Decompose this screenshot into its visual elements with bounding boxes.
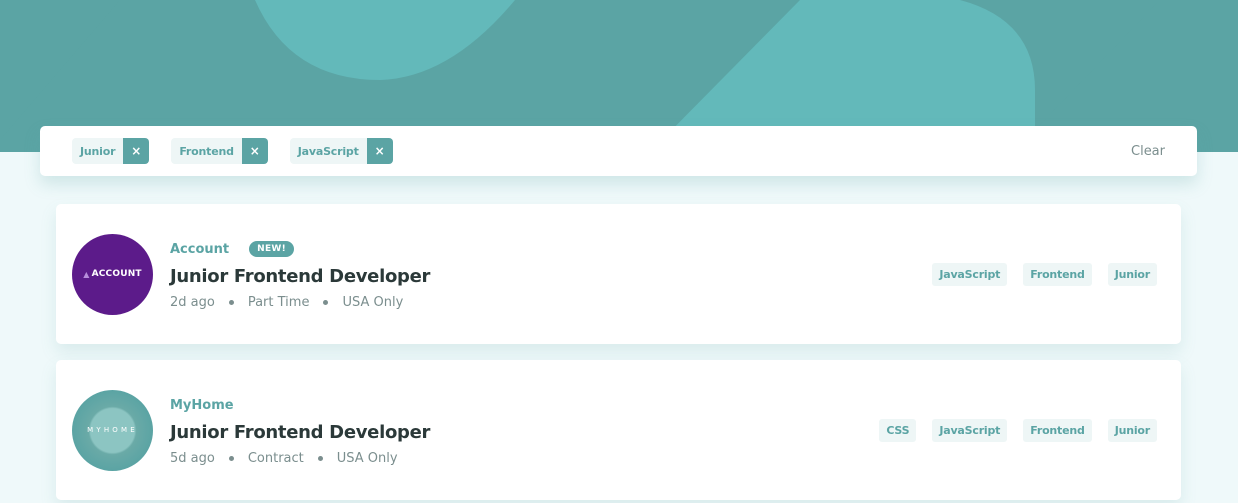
job-meta: 5d ago Contract USA Only — [170, 451, 879, 466]
job-title[interactable]: Junior Frontend Developer — [170, 266, 932, 287]
new-badge: NEW! — [249, 241, 295, 257]
separator-dot — [317, 456, 323, 461]
job-meta: 2d ago Part Time USA Only — [170, 295, 932, 310]
filter-chips: Junior × Frontend × JavaScript × — [72, 138, 1131, 164]
posted-at: 2d ago — [170, 295, 215, 310]
triangle-icon: ▲ — [83, 269, 90, 279]
filter-chip-javascript: JavaScript × — [289, 138, 393, 164]
separator-dot — [323, 300, 329, 305]
tag-frontend[interactable]: Frontend — [1023, 418, 1092, 442]
filter-chip-label: JavaScript — [289, 138, 367, 164]
job-title[interactable]: Junior Frontend Developer — [170, 422, 879, 443]
filter-bar: Junior × Frontend × JavaScript × Clear — [40, 126, 1197, 176]
tag-javascript[interactable]: JavaScript — [932, 262, 1008, 286]
remove-filter-button[interactable]: × — [366, 138, 393, 164]
job-tags: JavaScript Frontend Junior — [932, 262, 1157, 286]
company-logo: ▲ ACCOUNT — [72, 233, 153, 315]
company-logo: MYHOME — [72, 389, 153, 471]
job-card: MYHOME MyHome Junior Frontend Developer … — [56, 360, 1181, 500]
filter-chip-frontend: Frontend × — [171, 138, 268, 164]
company-name: Account — [170, 241, 230, 257]
clear-filters-button[interactable]: Clear — [1131, 144, 1165, 159]
remove-filter-button[interactable]: × — [241, 138, 268, 164]
tag-frontend[interactable]: Frontend — [1023, 262, 1092, 286]
separator-dot — [228, 456, 234, 461]
job-card: ▲ ACCOUNT Account NEW! Junior Frontend D… — [56, 204, 1181, 344]
contract-type: Contract — [247, 451, 304, 466]
tag-javascript[interactable]: JavaScript — [932, 418, 1008, 442]
job-info: Account NEW! Junior Frontend Developer 2… — [170, 238, 932, 310]
filter-chip-label: Junior — [72, 138, 124, 164]
company-row: Account NEW! — [170, 238, 932, 260]
separator-dot — [228, 300, 234, 305]
tag-css[interactable]: CSS — [879, 418, 917, 442]
filter-chip-junior: Junior × — [72, 138, 150, 164]
contract-type: Part Time — [247, 295, 310, 310]
job-info: MyHome Junior Frontend Developer 5d ago … — [170, 394, 879, 467]
location: USA Only — [342, 295, 404, 310]
tag-junior[interactable]: Junior — [1107, 262, 1157, 286]
logo-text: ACCOUNT — [91, 269, 142, 279]
remove-filter-button[interactable]: × — [123, 138, 150, 164]
tag-junior[interactable]: Junior — [1107, 418, 1157, 442]
posted-at: 5d ago — [170, 451, 215, 466]
filter-chip-label: Frontend — [171, 138, 242, 164]
logo-text: MYHOME — [87, 426, 138, 434]
company-name: MyHome — [170, 397, 234, 413]
job-tags: CSS JavaScript Frontend Junior — [879, 418, 1157, 442]
company-row: MyHome — [170, 394, 879, 416]
location: USA Only — [336, 451, 398, 466]
